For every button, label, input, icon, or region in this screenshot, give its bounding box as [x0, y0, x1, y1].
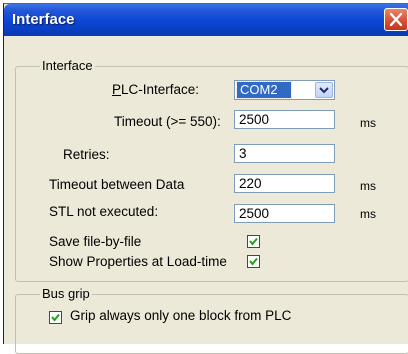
timeout-input[interactable]: 2500 [234, 110, 335, 129]
checkmark-icon [249, 237, 258, 246]
stl-not-executed-unit: ms [360, 207, 376, 221]
timeout-unit: ms [360, 116, 376, 130]
retries-label: Retries: [63, 147, 110, 162]
timeout-between-data-label: Timeout between Data [49, 177, 185, 192]
plc-interface-label-rest: LC-Interface: [121, 82, 200, 97]
save-file-by-file-checkbox[interactable] [247, 235, 260, 248]
plc-interface-select[interactable]: COM2 [234, 80, 335, 100]
stl-not-executed-label: STL not executed: [49, 204, 159, 219]
grip-option-checkbox[interactable] [49, 311, 62, 324]
stl-not-executed-input[interactable]: 2500 [234, 204, 335, 223]
plc-interface-selected-value: COM2 [236, 81, 292, 99]
interface-groupbox [15, 66, 408, 282]
plc-interface-label: PLC-Interface: [112, 82, 199, 97]
plc-interface-access-key: P [112, 82, 122, 97]
close-button[interactable] [384, 8, 408, 31]
interface-group-legend: Interface [40, 58, 95, 73]
close-icon [389, 12, 403, 27]
window-title: Interface [12, 11, 75, 28]
save-file-by-file-label: Save file-by-file [49, 234, 142, 249]
checkmark-icon [51, 313, 60, 322]
timeout-between-data-input[interactable]: 220 [234, 174, 335, 193]
plc-interface-dropdown-button[interactable] [315, 82, 333, 98]
interface-dialog: Interface Interface PLC-Interface: COM2 … [3, 3, 408, 354]
grip-option-label: Grip always only one block from PLC [70, 308, 292, 323]
title-bar[interactable]: Interface [4, 4, 408, 36]
bus-grip-groupbox [15, 294, 408, 354]
timeout-label: Timeout (>= 550): [114, 114, 221, 129]
checkmark-icon [249, 257, 258, 266]
bus-grip-group-legend: Bus grip [40, 286, 92, 301]
chevron-down-icon [319, 87, 329, 94]
timeout-between-data-unit: ms [360, 179, 376, 193]
retries-input[interactable]: 3 [234, 144, 335, 163]
show-properties-label: Show Properties at Load-time [49, 254, 227, 269]
show-properties-checkbox[interactable] [247, 255, 260, 268]
